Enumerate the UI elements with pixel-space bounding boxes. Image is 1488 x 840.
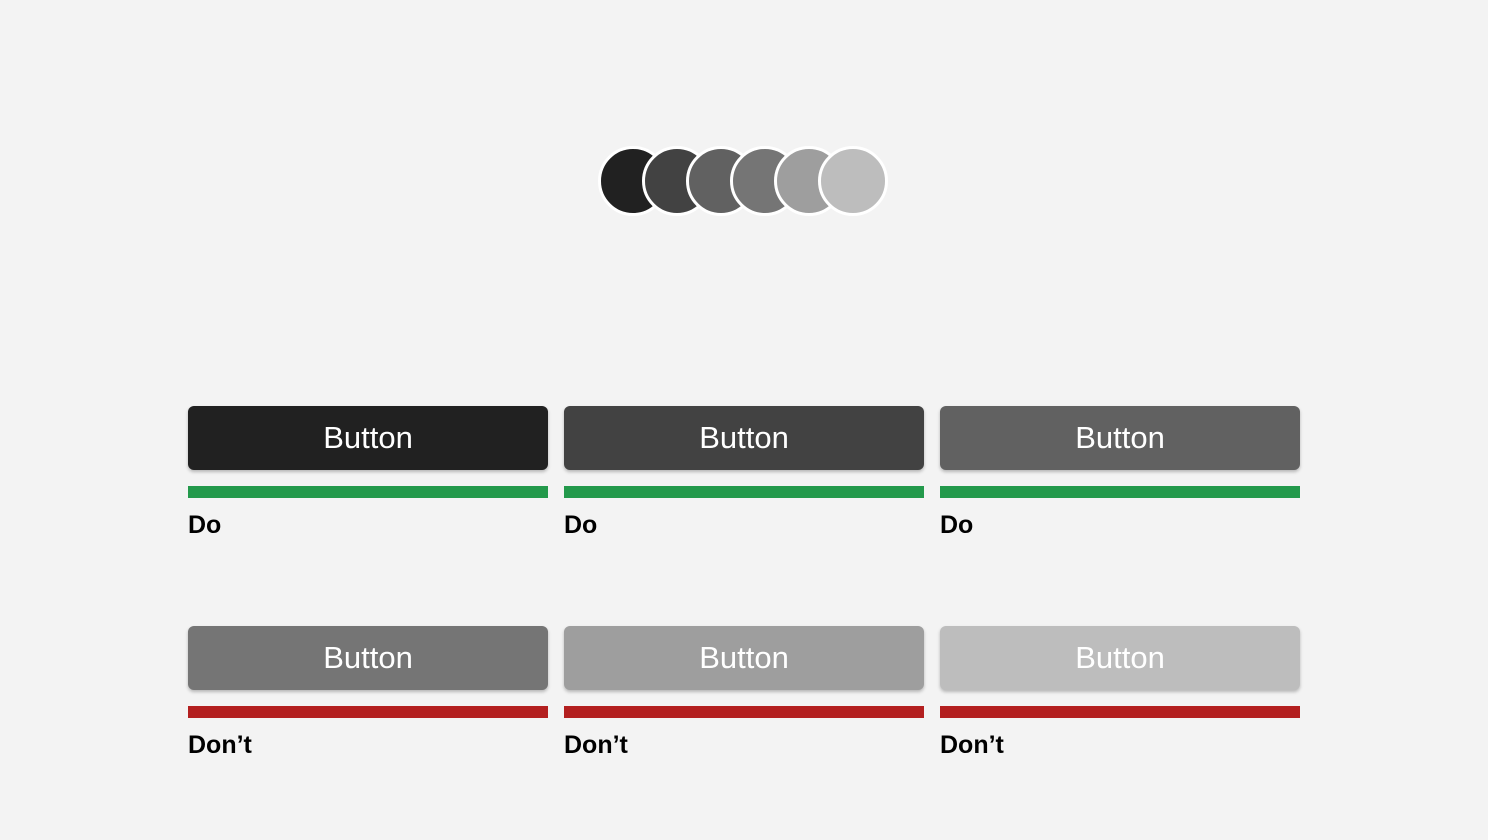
dont-indicator-bar bbox=[564, 706, 924, 718]
example-button[interactable]: Button bbox=[940, 626, 1300, 690]
verdict-label: Do bbox=[564, 511, 598, 539]
dont-example-3: Button Don’t bbox=[940, 626, 1300, 760]
example-button[interactable]: Button bbox=[188, 406, 548, 470]
example-button[interactable]: Button bbox=[188, 626, 548, 690]
do-example-1: Button Do bbox=[188, 406, 548, 540]
dont-indicator-bar bbox=[940, 706, 1300, 718]
do-example-2: Button Do bbox=[564, 406, 924, 540]
dont-indicator-bar bbox=[188, 706, 548, 718]
do-indicator-bar bbox=[564, 486, 924, 498]
do-indicator-bar bbox=[940, 486, 1300, 498]
do-example-3: Button Do bbox=[940, 406, 1300, 540]
verdict-label: Don’t bbox=[564, 731, 628, 759]
do-indicator-bar bbox=[188, 486, 548, 498]
dont-example-1: Button Don’t bbox=[188, 626, 548, 760]
verdict-label: Do bbox=[188, 511, 222, 539]
example-button[interactable]: Button bbox=[564, 626, 924, 690]
swatch-gray-400 bbox=[818, 146, 888, 216]
verdict-label: Don’t bbox=[940, 731, 1004, 759]
verdict-label: Do bbox=[940, 511, 974, 539]
color-swatch-row bbox=[598, 146, 888, 216]
example-button[interactable]: Button bbox=[564, 406, 924, 470]
dont-example-2: Button Don’t bbox=[564, 626, 924, 760]
example-button[interactable]: Button bbox=[940, 406, 1300, 470]
verdict-label: Don’t bbox=[188, 731, 252, 759]
